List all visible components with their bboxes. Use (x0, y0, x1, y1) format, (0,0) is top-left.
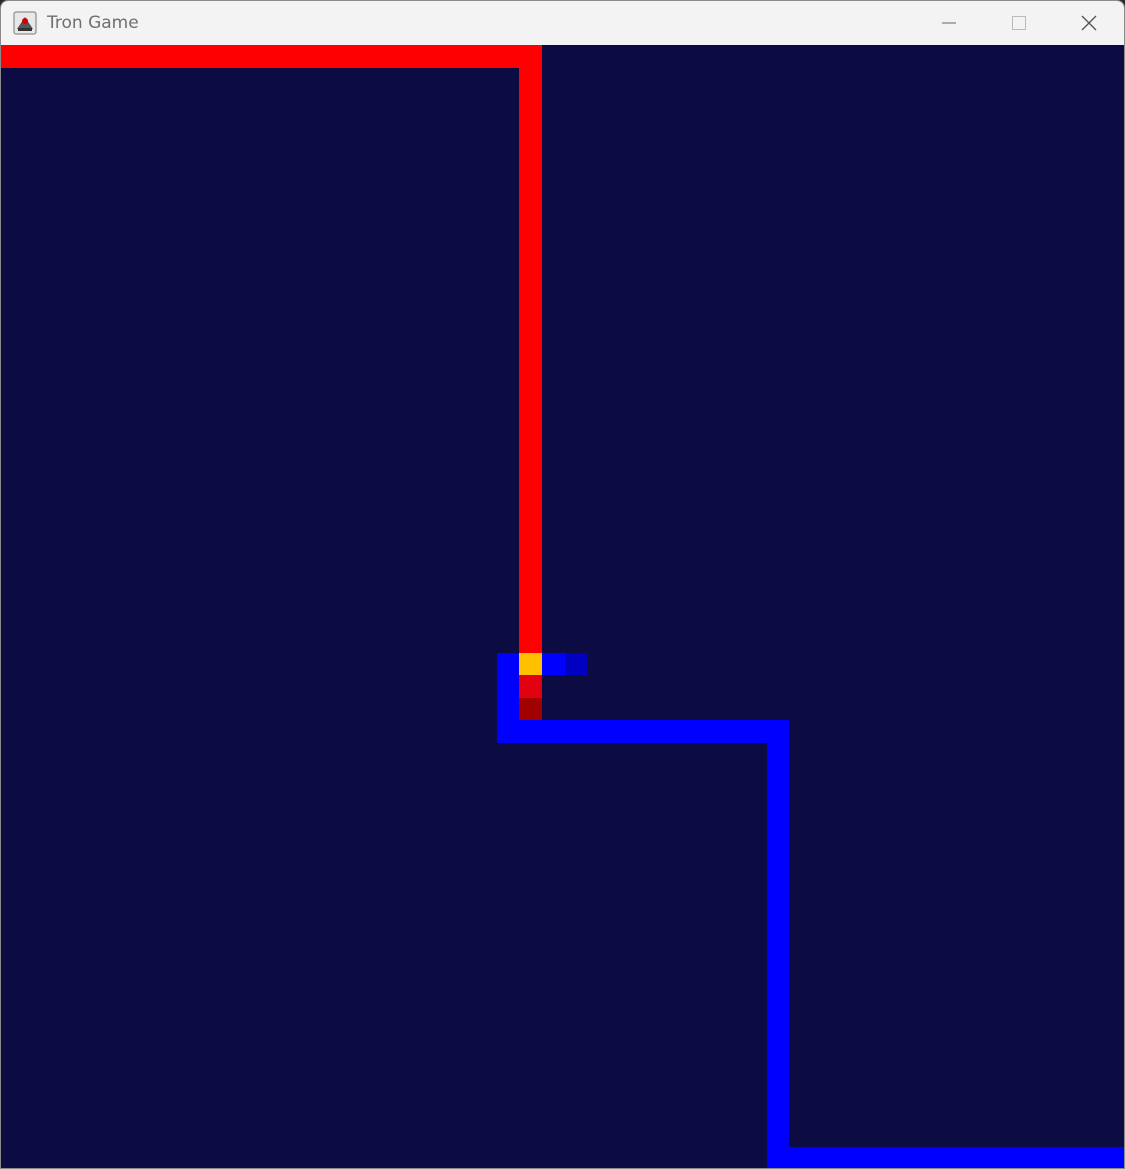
minimize-button[interactable] (914, 1, 984, 45)
red-trail-segment (1, 45, 542, 68)
close-button[interactable] (1054, 1, 1124, 45)
blue-trail-segment (767, 1147, 1124, 1168)
red-trail-head-dark (519, 698, 542, 720)
game-arena[interactable] (1, 45, 1124, 1168)
red-trail-head (519, 675, 542, 698)
blue-trail-segment (767, 720, 789, 1168)
red-trail-segment (519, 45, 542, 653)
maximize-button[interactable] (984, 1, 1054, 45)
title-bar[interactable]: Tron Game (1, 1, 1124, 45)
window-title: Tron Game (47, 13, 139, 33)
blue-trail-head-dark (565, 653, 587, 675)
close-icon (1081, 15, 1097, 31)
collision-cell (519, 653, 542, 675)
maximize-icon (1012, 16, 1026, 30)
window-controls (914, 1, 1124, 45)
game-window: Tron Game (0, 0, 1125, 1169)
blue-trail-segment (497, 720, 789, 743)
blue-trail-head (542, 653, 565, 675)
java-app-icon (13, 11, 37, 35)
minimize-icon (942, 22, 956, 24)
